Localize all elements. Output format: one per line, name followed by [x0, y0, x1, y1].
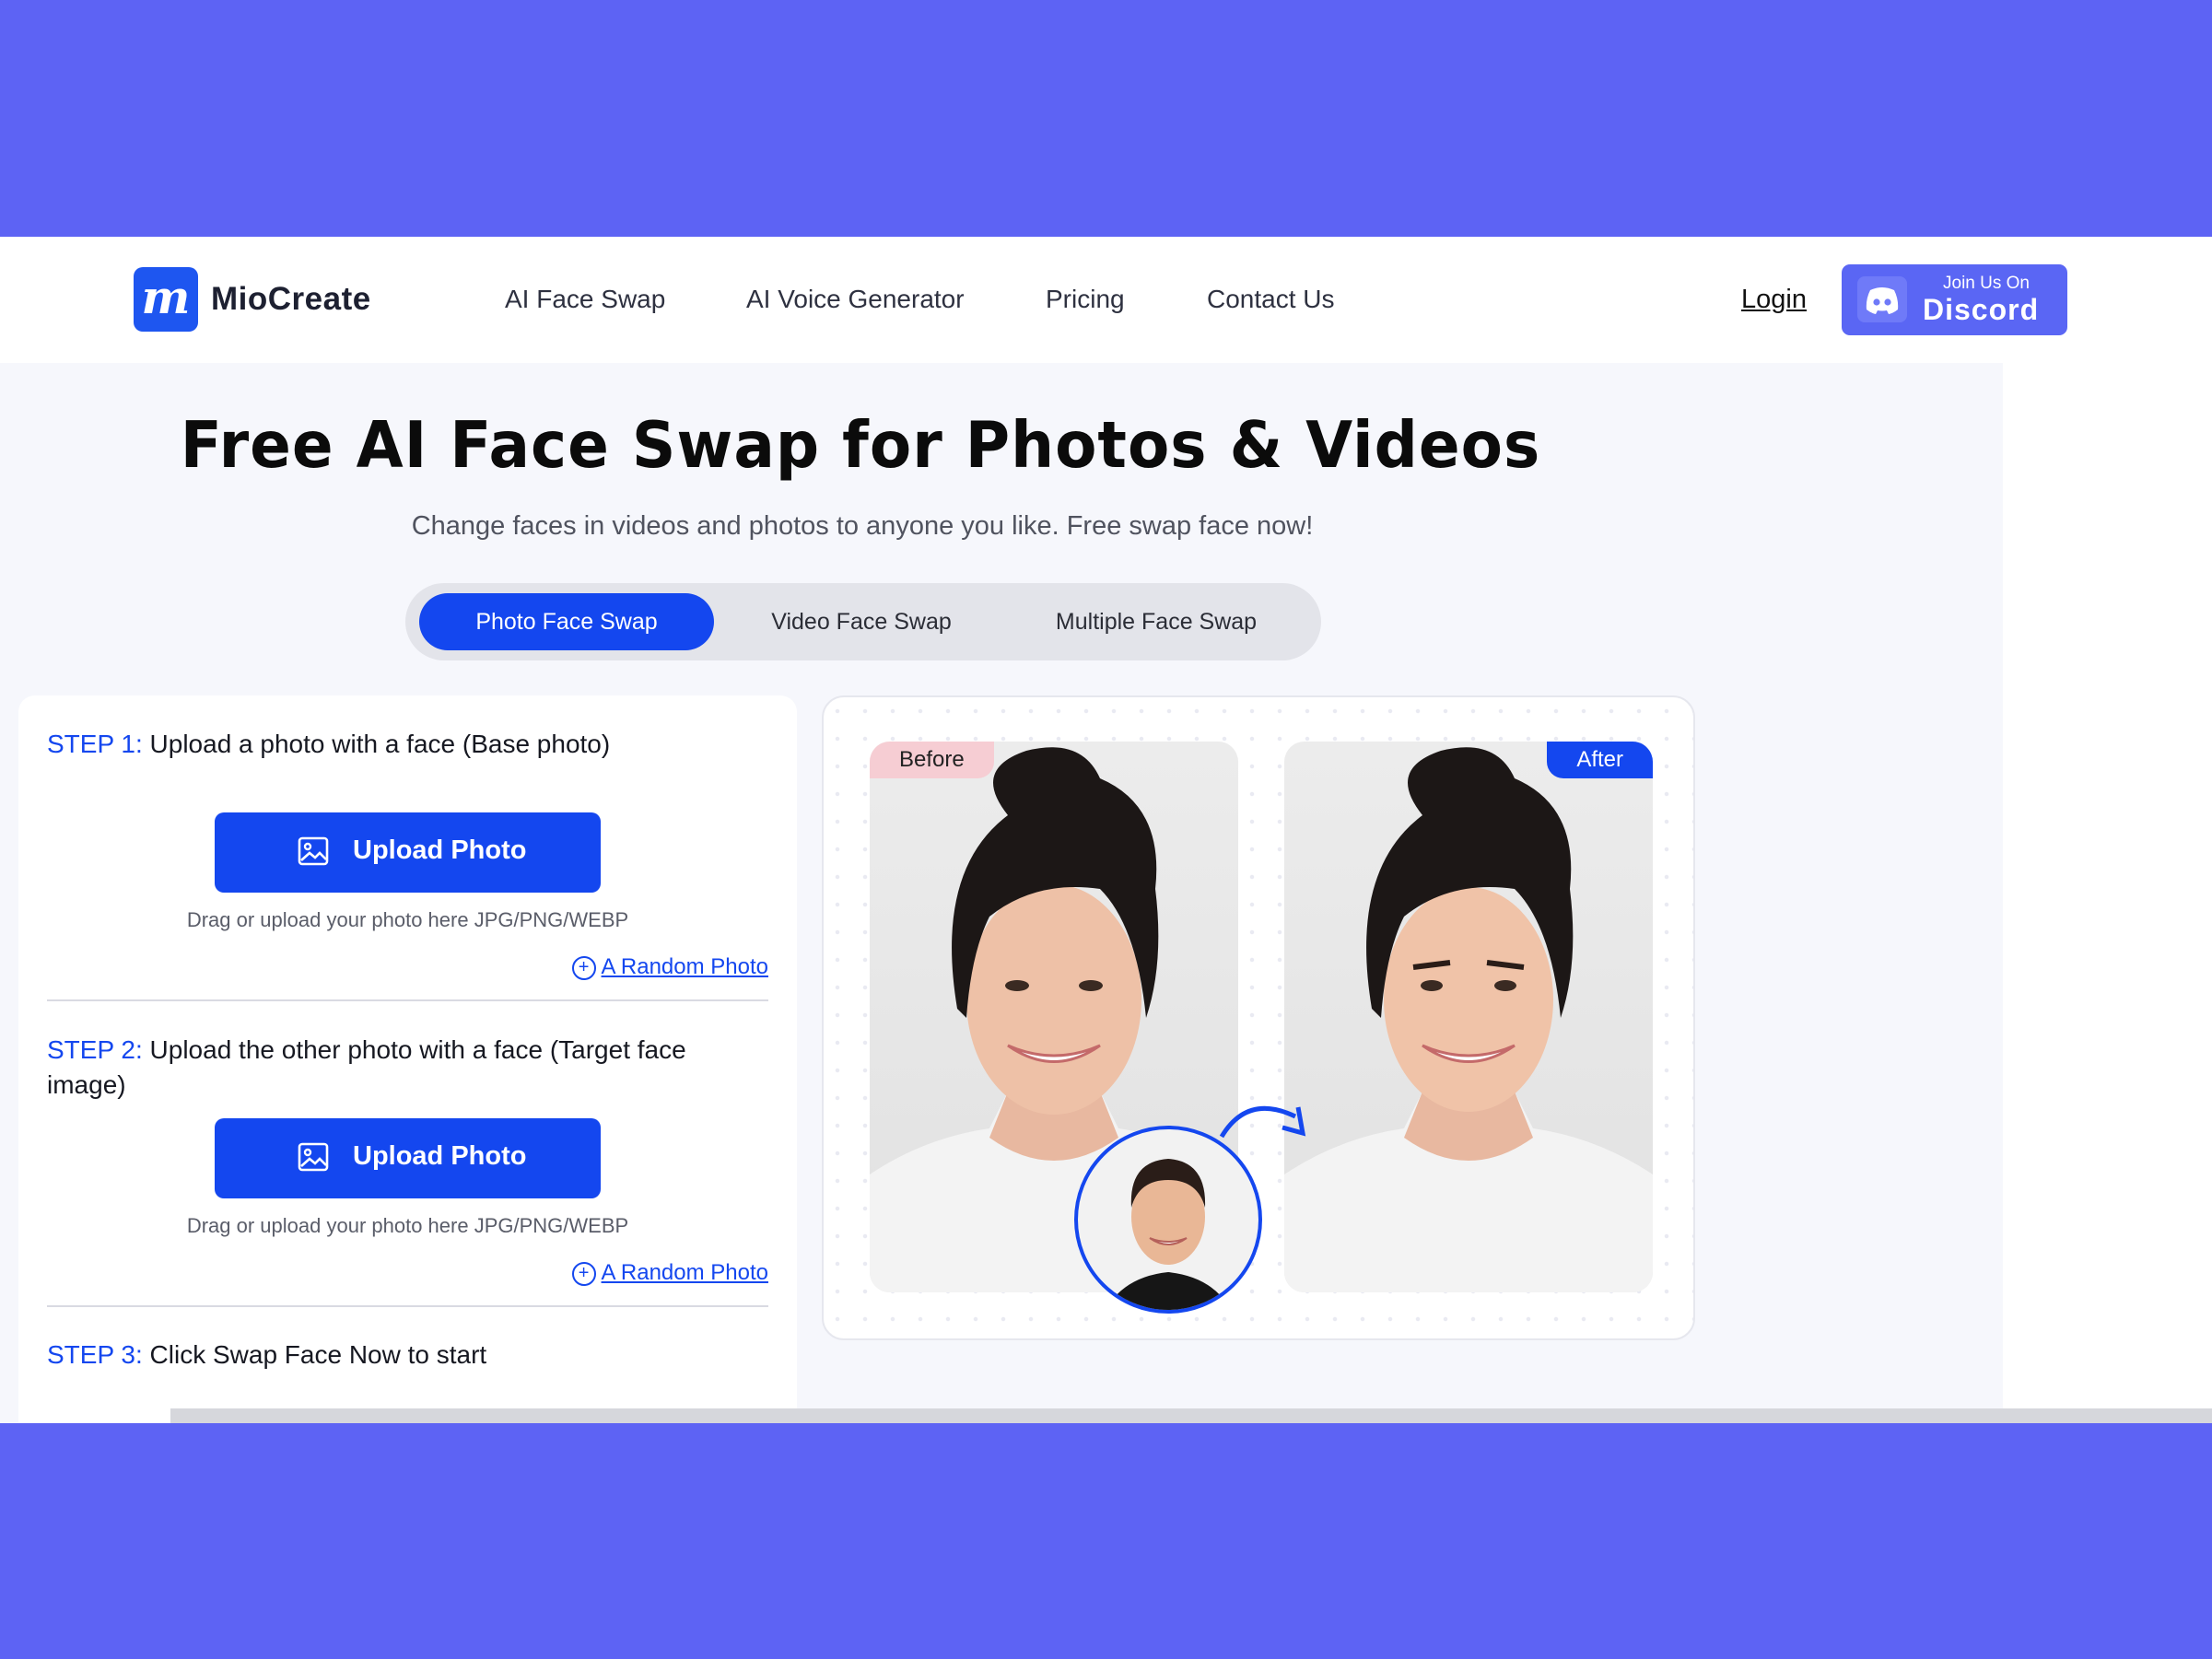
tab-multiple-face-swap[interactable]: Multiple Face Swap: [1009, 593, 1304, 650]
mode-tabs: Photo Face Swap Video Face Swap Multiple…: [405, 583, 1321, 660]
after-photo: After: [1284, 742, 1653, 1292]
before-badge: Before: [870, 742, 994, 778]
site-header: m MioCreate AI Face Swap AI Voice Genera…: [0, 237, 2212, 363]
divider: [47, 1305, 768, 1307]
horizontal-scrollbar[interactable]: [170, 1408, 2212, 1423]
discord-button[interactable]: Join Us On Discord: [1842, 264, 2067, 335]
step2-title: STEP 2: Upload the other photo with a fa…: [47, 1033, 766, 1103]
divider: [47, 999, 768, 1001]
step3-text: Click Swap Face Now to start: [149, 1340, 487, 1369]
random-photo-link[interactable]: + A Random Photo: [571, 1260, 768, 1286]
plus-circle-icon: +: [571, 1262, 596, 1286]
page-title: Free AI Face Swap for Photos & Videos: [180, 408, 1541, 483]
upload-label: Upload Photo: [353, 835, 527, 865]
curved-arrow-icon: [1219, 1105, 1306, 1139]
tab-video-face-swap[interactable]: Video Face Swap: [714, 593, 1009, 650]
step3-title: STEP 3: Click Swap Face Now to start: [47, 1338, 766, 1373]
tab-photo-face-swap[interactable]: Photo Face Swap: [419, 593, 714, 650]
random-photo-link[interactable]: + A Random Photo: [571, 954, 768, 980]
random-photo-label: A Random Photo: [601, 1260, 768, 1285]
steps-panel: STEP 1: Upload a photo with a face (Base…: [18, 695, 797, 1423]
image-icon: [298, 836, 329, 866]
page-subtitle: Change faces in videos and photos to any…: [411, 511, 1314, 541]
upload-base-photo-button[interactable]: Upload Photo: [215, 812, 601, 893]
step2-number: STEP 2:: [47, 1035, 143, 1064]
discord-label: Discord: [1923, 293, 2040, 326]
nav-ai-voice-generator[interactable]: AI Voice Generator: [746, 285, 965, 314]
image-icon: [298, 1142, 329, 1172]
step1-number: STEP 1:: [47, 730, 143, 758]
upload-label: Upload Photo: [353, 1141, 527, 1171]
upload-hint: Drag or upload your photo here JPG/PNG/W…: [186, 908, 629, 931]
after-badge: After: [1547, 742, 1653, 778]
target-face-avatar: [1074, 1126, 1262, 1314]
login-link[interactable]: Login: [1741, 285, 1807, 315]
upload-hint: Drag or upload your photo here JPG/PNG/W…: [186, 1214, 629, 1237]
nav-pricing[interactable]: Pricing: [1046, 285, 1125, 314]
step1-text: Upload a photo with a face (Base photo): [149, 730, 611, 758]
step3-number: STEP 3:: [47, 1340, 143, 1369]
upload-target-photo-button[interactable]: Upload Photo: [215, 1118, 601, 1198]
step1-title: STEP 1: Upload a photo with a face (Base…: [47, 727, 766, 762]
random-photo-label: A Random Photo: [601, 954, 768, 979]
plus-circle-icon: +: [571, 956, 596, 980]
discord-join-text: Join Us On: [1943, 274, 2030, 293]
discord-icon: [1857, 276, 1907, 322]
page-gutter: [2003, 363, 2212, 1423]
brand-name[interactable]: MioCreate: [211, 281, 371, 318]
step2-text: Upload the other photo with a face (Targ…: [47, 1035, 686, 1099]
before-after-preview: Before After: [822, 695, 1695, 1340]
nav-contact-us[interactable]: Contact Us: [1207, 285, 1335, 314]
logo-icon[interactable]: m: [134, 267, 198, 332]
nav-ai-face-swap[interactable]: AI Face Swap: [505, 285, 665, 314]
browser-viewport: m MioCreate AI Face Swap AI Voice Genera…: [0, 237, 2212, 1423]
